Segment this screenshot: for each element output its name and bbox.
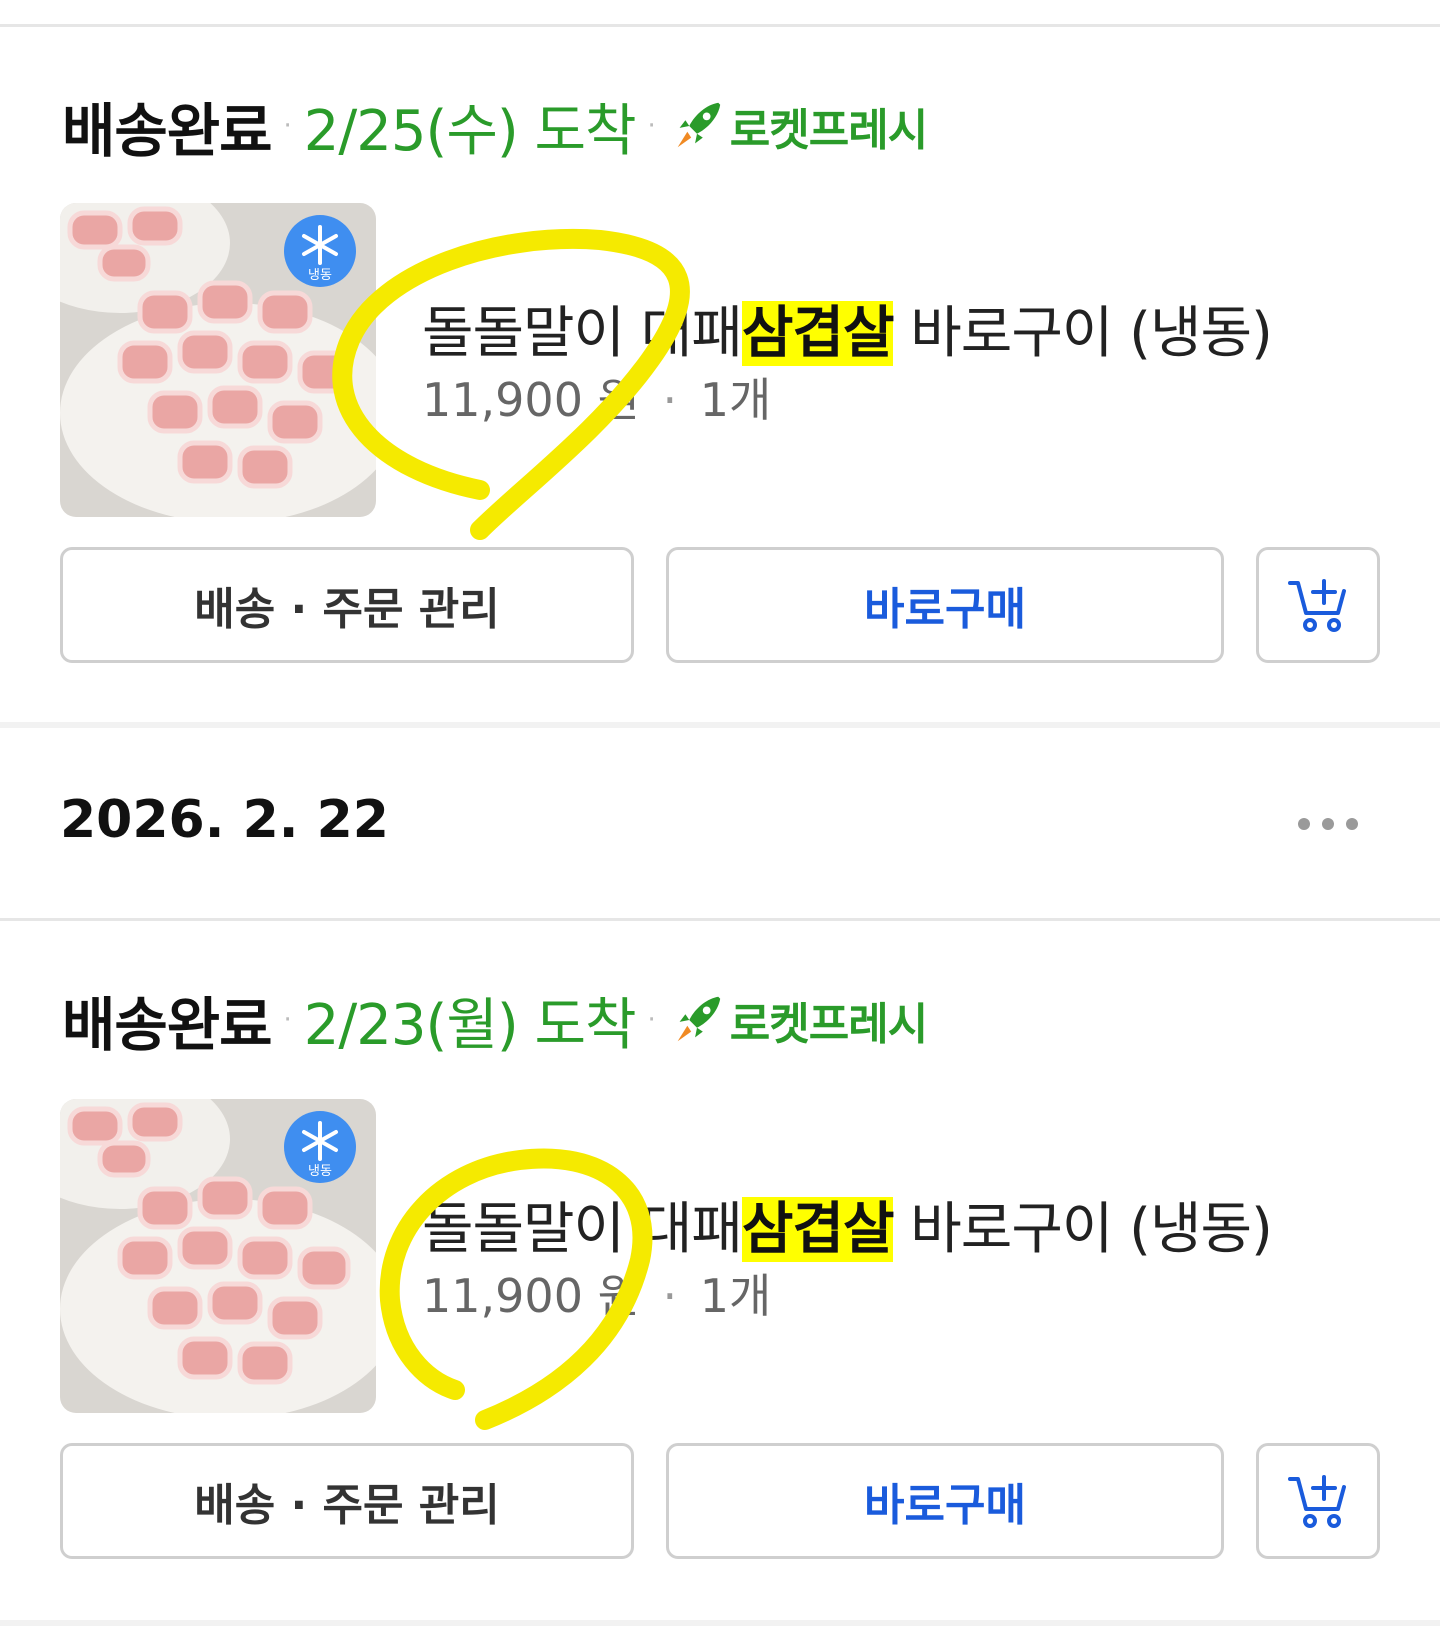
separator-dot: · bbox=[647, 111, 656, 141]
product-thumbnail[interactable]: 냉동 bbox=[60, 203, 376, 517]
product-price: 11,900 원 bbox=[422, 373, 640, 427]
order-date-heading: 2026. 2. 22 bbox=[60, 790, 389, 850]
top-divider bbox=[0, 24, 1440, 27]
rocket-fresh-badge: 로켓프레시 bbox=[668, 94, 928, 158]
buy-now-button[interactable]: 바로구매 bbox=[666, 1443, 1224, 1559]
order-status-line: 배송완료 · 2/23(월) 도착 · 로켓프레시 bbox=[62, 980, 928, 1060]
delivery-status: 배송완료 bbox=[62, 991, 272, 1059]
price-quantity: 11,900 원 · 1개 bbox=[422, 364, 771, 430]
price-quantity: 11,900 원 · 1개 bbox=[422, 1260, 771, 1326]
add-to-cart-button[interactable] bbox=[1256, 1443, 1380, 1559]
product-name-highlight: 삼겹살 bbox=[741, 1197, 894, 1262]
cart-add-icon bbox=[1288, 1475, 1346, 1528]
more-dots-icon[interactable] bbox=[1298, 818, 1358, 830]
delivery-status: 배송완료 bbox=[62, 97, 272, 165]
product-name-prefix: 돌돌말이 대패 bbox=[422, 1197, 743, 1262]
section-gap bbox=[0, 722, 1440, 728]
product-price: 11,900 원 bbox=[422, 1269, 640, 1323]
rocket-fresh-label: 로켓프레시 bbox=[729, 105, 928, 156]
bottom-gap bbox=[0, 1620, 1440, 1626]
product-quantity: 1개 bbox=[699, 373, 772, 427]
product-name[interactable]: 돌돌말이 대패삼겹살 바로구이 (냉동) bbox=[422, 1184, 1273, 1265]
product-name-suffix: 바로구이 (냉동) bbox=[893, 1197, 1273, 1262]
separator-dot: · bbox=[647, 1005, 656, 1035]
buy-now-button[interactable]: 바로구매 bbox=[666, 547, 1224, 663]
frozen-badge: 냉동 bbox=[308, 268, 332, 283]
arrival-date: 2/25(수) 도착 bbox=[303, 98, 637, 164]
separator-dot: · bbox=[283, 111, 292, 141]
cart-add-icon bbox=[1288, 579, 1346, 632]
product-name-suffix: 바로구이 (냉동) bbox=[893, 301, 1273, 366]
frozen-badge: 냉동 bbox=[308, 1164, 332, 1179]
separator-dot: · bbox=[662, 1269, 678, 1323]
delivery-order-manage-button[interactable]: 배송 · 주문 관리 bbox=[60, 547, 634, 663]
product-name-highlight: 삼겹살 bbox=[741, 301, 894, 366]
rocket-icon bbox=[677, 996, 720, 1042]
order-status-line: 배송완료 · 2/25(수) 도착 · 로켓프레시 bbox=[62, 86, 928, 166]
arrival-date: 2/23(월) 도착 bbox=[303, 992, 637, 1058]
product-thumbnail[interactable]: 냉동 bbox=[60, 1099, 376, 1413]
product-name[interactable]: 돌돌말이 대패삼겹살 바로구이 (냉동) bbox=[422, 288, 1273, 369]
rocket-icon bbox=[677, 102, 720, 148]
separator-dot: · bbox=[662, 373, 678, 427]
date-divider bbox=[0, 918, 1440, 921]
separator-dot: · bbox=[283, 1005, 292, 1035]
product-quantity: 1개 bbox=[699, 1269, 772, 1323]
rocket-fresh-label: 로켓프레시 bbox=[729, 999, 928, 1050]
rocket-fresh-badge: 로켓프레시 bbox=[668, 988, 928, 1052]
add-to-cart-button[interactable] bbox=[1256, 547, 1380, 663]
delivery-order-manage-button[interactable]: 배송 · 주문 관리 bbox=[60, 1443, 634, 1559]
product-name-prefix: 돌돌말이 대패 bbox=[422, 301, 743, 366]
